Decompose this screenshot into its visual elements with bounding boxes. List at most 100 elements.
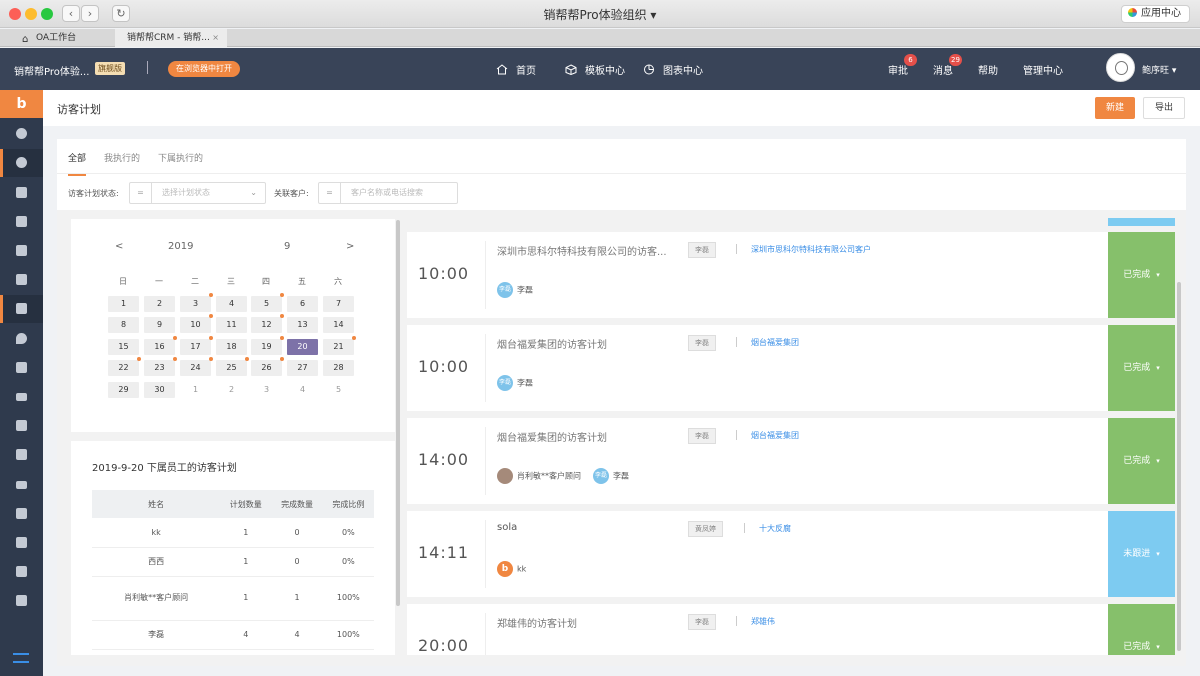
calendar-day[interactable]: 29 — [108, 382, 139, 398]
status-dropdown[interactable]: 未跟进 ▾ — [1108, 511, 1175, 597]
new-button[interactable]: 新建 — [1095, 97, 1135, 119]
visit-card[interactable]: 10:00 深圳市思科尔特科技有限公司的访客... 李磊 深圳市思科尔特科技有限… — [407, 232, 1175, 318]
visit-card[interactable]: 20:00 郑雄伟的访客计划 李磊 郑雄伟 已完成 ▾ — [407, 604, 1175, 655]
calendar-day[interactable]: 28 — [323, 360, 354, 376]
calendar-day[interactable]: 2 — [144, 296, 175, 312]
calendar-day[interactable]: 4 — [216, 296, 247, 312]
calendar-day-outside[interactable]: 4 — [287, 382, 318, 398]
sidebar-item-wallet[interactable] — [0, 471, 43, 499]
sidebar-item-favorites[interactable] — [0, 120, 43, 148]
menu-collapse-icon[interactable] — [13, 653, 29, 663]
status-dropdown[interactable]: 已完成 ▾ — [1108, 418, 1175, 504]
tab-crm[interactable]: 销帮帮CRM - 销帮... × — [115, 29, 227, 47]
right-scrollbar[interactable] — [1177, 282, 1181, 651]
visit-title[interactable]: 郑雄伟的访客计划 — [497, 615, 577, 630]
calendar-day[interactable]: 12 — [251, 317, 282, 333]
sidebar-item-docs[interactable] — [0, 237, 43, 265]
open-in-browser-button[interactable]: 在浏览器中打开 — [168, 61, 240, 77]
calendar-day[interactable]: 9 — [144, 317, 175, 333]
app-center-button[interactable]: 应用中心 — [1121, 5, 1190, 23]
calendar-day[interactable]: 14 — [323, 317, 354, 333]
sidebar-item-visit-plan[interactable] — [0, 295, 43, 323]
sidebar-item-modules[interactable] — [0, 500, 43, 528]
calendar-day[interactable]: 17 — [180, 339, 211, 355]
logo-icon[interactable]: b — [0, 90, 43, 118]
tab-oa[interactable]: ⌂ OA工作台 — [0, 29, 115, 47]
sidebar-item-location[interactable] — [0, 325, 43, 353]
calendar-day[interactable]: 18 — [216, 339, 247, 355]
approval-link[interactable]: 审批 6 — [888, 54, 917, 77]
status-dropdown[interactable]: 已完成 ▾ — [1108, 604, 1175, 655]
tab-mine[interactable]: 我执行的 — [104, 151, 140, 174]
calendar-day-outside[interactable]: 1 — [180, 382, 211, 398]
visit-card[interactable]: 14:00 烟台福爱集团的访客计划 李磊 烟台福爱集团 肖利敏**客户顾问 李磊李… — [407, 418, 1175, 504]
calendar-day[interactable]: 24 — [180, 360, 211, 376]
visit-title[interactable]: 烟台福爱集团的访客计划 — [497, 429, 607, 444]
calendar-day[interactable]: 22 — [108, 360, 139, 376]
calendar-day[interactable]: 23 — [144, 360, 175, 376]
calendar-day-outside[interactable]: 2 — [216, 382, 247, 398]
help-link[interactable]: 帮助 — [978, 62, 998, 77]
visit-client-link[interactable]: 深圳市思科尔特科技有限公司客户 — [751, 244, 871, 255]
avatar[interactable] — [1106, 53, 1135, 82]
calendar-day[interactable]: 20 — [287, 339, 318, 355]
calendar-day-outside[interactable]: 3 — [251, 382, 282, 398]
operator-select[interactable]: = — [319, 183, 341, 203]
next-month-icon[interactable]: > — [346, 241, 354, 252]
visit-card[interactable]: 14:11 sola 黄凤婷 十大反腐 b kk 未跟进 ▾ — [407, 511, 1175, 597]
nav-templates[interactable]: 模板中心 — [565, 62, 625, 77]
admin-link[interactable]: 管理中心 — [1023, 62, 1063, 77]
visit-title[interactable]: sola — [497, 522, 517, 533]
calendar-day[interactable]: 3 — [180, 296, 211, 312]
sidebar-item-reports[interactable] — [0, 529, 43, 557]
prev-month-icon[interactable]: < — [115, 241, 123, 252]
calendar-day[interactable]: 26 — [251, 360, 282, 376]
visit-client-link[interactable]: 十大反腐 — [759, 523, 791, 534]
nav-charts[interactable]: 图表中心 — [643, 62, 703, 77]
messages-link[interactable]: 消息 29 — [933, 54, 962, 77]
sidebar-item-apps[interactable] — [0, 412, 43, 440]
window-title[interactable]: 销帮帮Pro体验组织 ▾ — [0, 6, 1200, 23]
calendar-day[interactable]: 5 — [251, 296, 282, 312]
calendar-day[interactable]: 13 — [287, 317, 318, 333]
visit-title[interactable]: 深圳市思科尔特科技有限公司的访客... — [497, 243, 667, 258]
visit-client-link[interactable]: 烟台福爱集团 — [751, 337, 799, 348]
visit-client-link[interactable]: 烟台福爱集团 — [751, 430, 799, 441]
visit-client-link[interactable]: 郑雄伟 — [751, 616, 775, 627]
calendar-day[interactable]: 16 — [144, 339, 175, 355]
visit-card[interactable]: 10:00 烟台福爱集团的访客计划 李磊 烟台福爱集团 李磊 李磊 已完成 ▾ — [407, 325, 1175, 411]
calendar-day[interactable]: 1 — [108, 296, 139, 312]
calendar-day[interactable]: 7 — [323, 296, 354, 312]
user-menu[interactable]: 鲍序旺 ▾ — [1142, 63, 1176, 76]
sidebar-item-card[interactable] — [0, 383, 43, 411]
sidebar-item-orders[interactable] — [0, 441, 43, 469]
visit-title[interactable]: 烟台福爱集团的访客计划 — [497, 336, 607, 351]
left-scrollbar[interactable] — [396, 220, 400, 606]
calendar-day[interactable]: 11 — [216, 317, 247, 333]
client-search-field[interactable]: = 客户名称或电话搜索 — [318, 182, 458, 204]
calendar-day[interactable]: 8 — [108, 317, 139, 333]
tab-subordinates[interactable]: 下属执行的 — [158, 151, 203, 174]
calendar-day[interactable]: 19 — [251, 339, 282, 355]
calendar-day-outside[interactable]: 5 — [323, 382, 354, 398]
calendar-day[interactable]: 21 — [323, 339, 354, 355]
calendar-day[interactable]: 30 — [144, 382, 175, 398]
status-dropdown[interactable]: 已完成 ▾ — [1108, 232, 1175, 318]
sidebar-item-dashboard[interactable] — [0, 149, 43, 177]
calendar-day[interactable]: 15 — [108, 339, 139, 355]
calendar-day[interactable]: 10 — [180, 317, 211, 333]
sidebar-item-contacts[interactable] — [0, 354, 43, 382]
export-button[interactable]: 导出 — [1143, 97, 1185, 119]
sidebar-item-edit[interactable] — [0, 208, 43, 236]
nav-home[interactable]: 首页 — [496, 62, 536, 77]
calendar-day[interactable]: 27 — [287, 360, 318, 376]
sidebar-item-more[interactable] — [0, 587, 43, 615]
sidebar-item-clipboard[interactable] — [0, 266, 43, 294]
calendar-day[interactable]: 6 — [287, 296, 318, 312]
status-filter-select[interactable]: = 选择计划状态 ⌄ — [129, 182, 266, 204]
org-name[interactable]: 销帮帮Pro体验... — [14, 63, 89, 78]
calendar-day[interactable]: 25 — [216, 360, 247, 376]
sidebar-item-tasks[interactable] — [0, 558, 43, 586]
operator-select[interactable]: = — [130, 183, 152, 203]
tab-close-icon[interactable]: × — [212, 29, 219, 47]
